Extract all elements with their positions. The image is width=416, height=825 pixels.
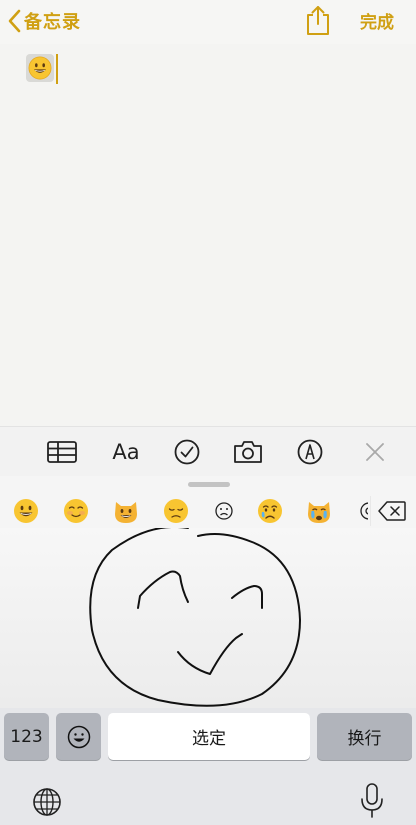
navigation-bar: 备忘录 完成: [0, 0, 416, 44]
format-text-button[interactable]: Aa: [108, 437, 144, 467]
smiley-icon: [67, 725, 90, 748]
done-button[interactable]: 完成: [360, 8, 394, 33]
recent-emoji-strip: [0, 494, 368, 526]
text-caret: [56, 54, 58, 84]
backspace-icon: [377, 501, 406, 521]
markup-pen-icon[interactable]: [294, 437, 326, 467]
share-icon[interactable]: [303, 4, 333, 36]
note-editor[interactable]: [0, 44, 416, 426]
newline-key[interactable]: 换行: [317, 713, 412, 760]
chevron-left-icon: [8, 9, 21, 33]
partial-emoji[interactable]: [356, 498, 368, 524]
grinning-face-emoji: [26, 54, 54, 82]
grinning-face-emoji[interactable]: [13, 498, 39, 524]
keyboard-key-area: 123 选定 换行: [0, 708, 416, 825]
close-icon[interactable]: [359, 437, 391, 467]
table-icon[interactable]: [46, 437, 78, 467]
globe-icon[interactable]: [30, 785, 64, 819]
format-toolbar: Aa: [0, 426, 416, 476]
keyboard: 123 选定 换行: [0, 476, 416, 825]
numbers-key[interactable]: 123: [4, 713, 49, 760]
camera-icon[interactable]: [232, 437, 264, 467]
select-key[interactable]: 选定: [108, 713, 310, 760]
handwritten-stroke: [89, 525, 302, 707]
disappointed-face-emoji[interactable]: [163, 498, 189, 524]
smiling-face-emoji[interactable]: [63, 498, 89, 524]
keyboard-drag-handle[interactable]: [188, 482, 230, 487]
crying-cat-emoji[interactable]: [306, 498, 332, 524]
back-label: 备忘录: [24, 12, 81, 33]
emoji-key[interactable]: [56, 713, 101, 760]
grinning-cat-emoji[interactable]: [113, 498, 139, 524]
crying-face-emoji[interactable]: [257, 498, 283, 524]
back-button[interactable]: 备忘录: [8, 6, 81, 36]
checklist-icon[interactable]: [171, 437, 203, 467]
handwriting-input-canvas[interactable]: [0, 525, 416, 708]
frowning-face-emoji[interactable]: [211, 498, 237, 524]
backspace-key[interactable]: [370, 496, 412, 526]
microphone-icon[interactable]: [358, 782, 386, 820]
